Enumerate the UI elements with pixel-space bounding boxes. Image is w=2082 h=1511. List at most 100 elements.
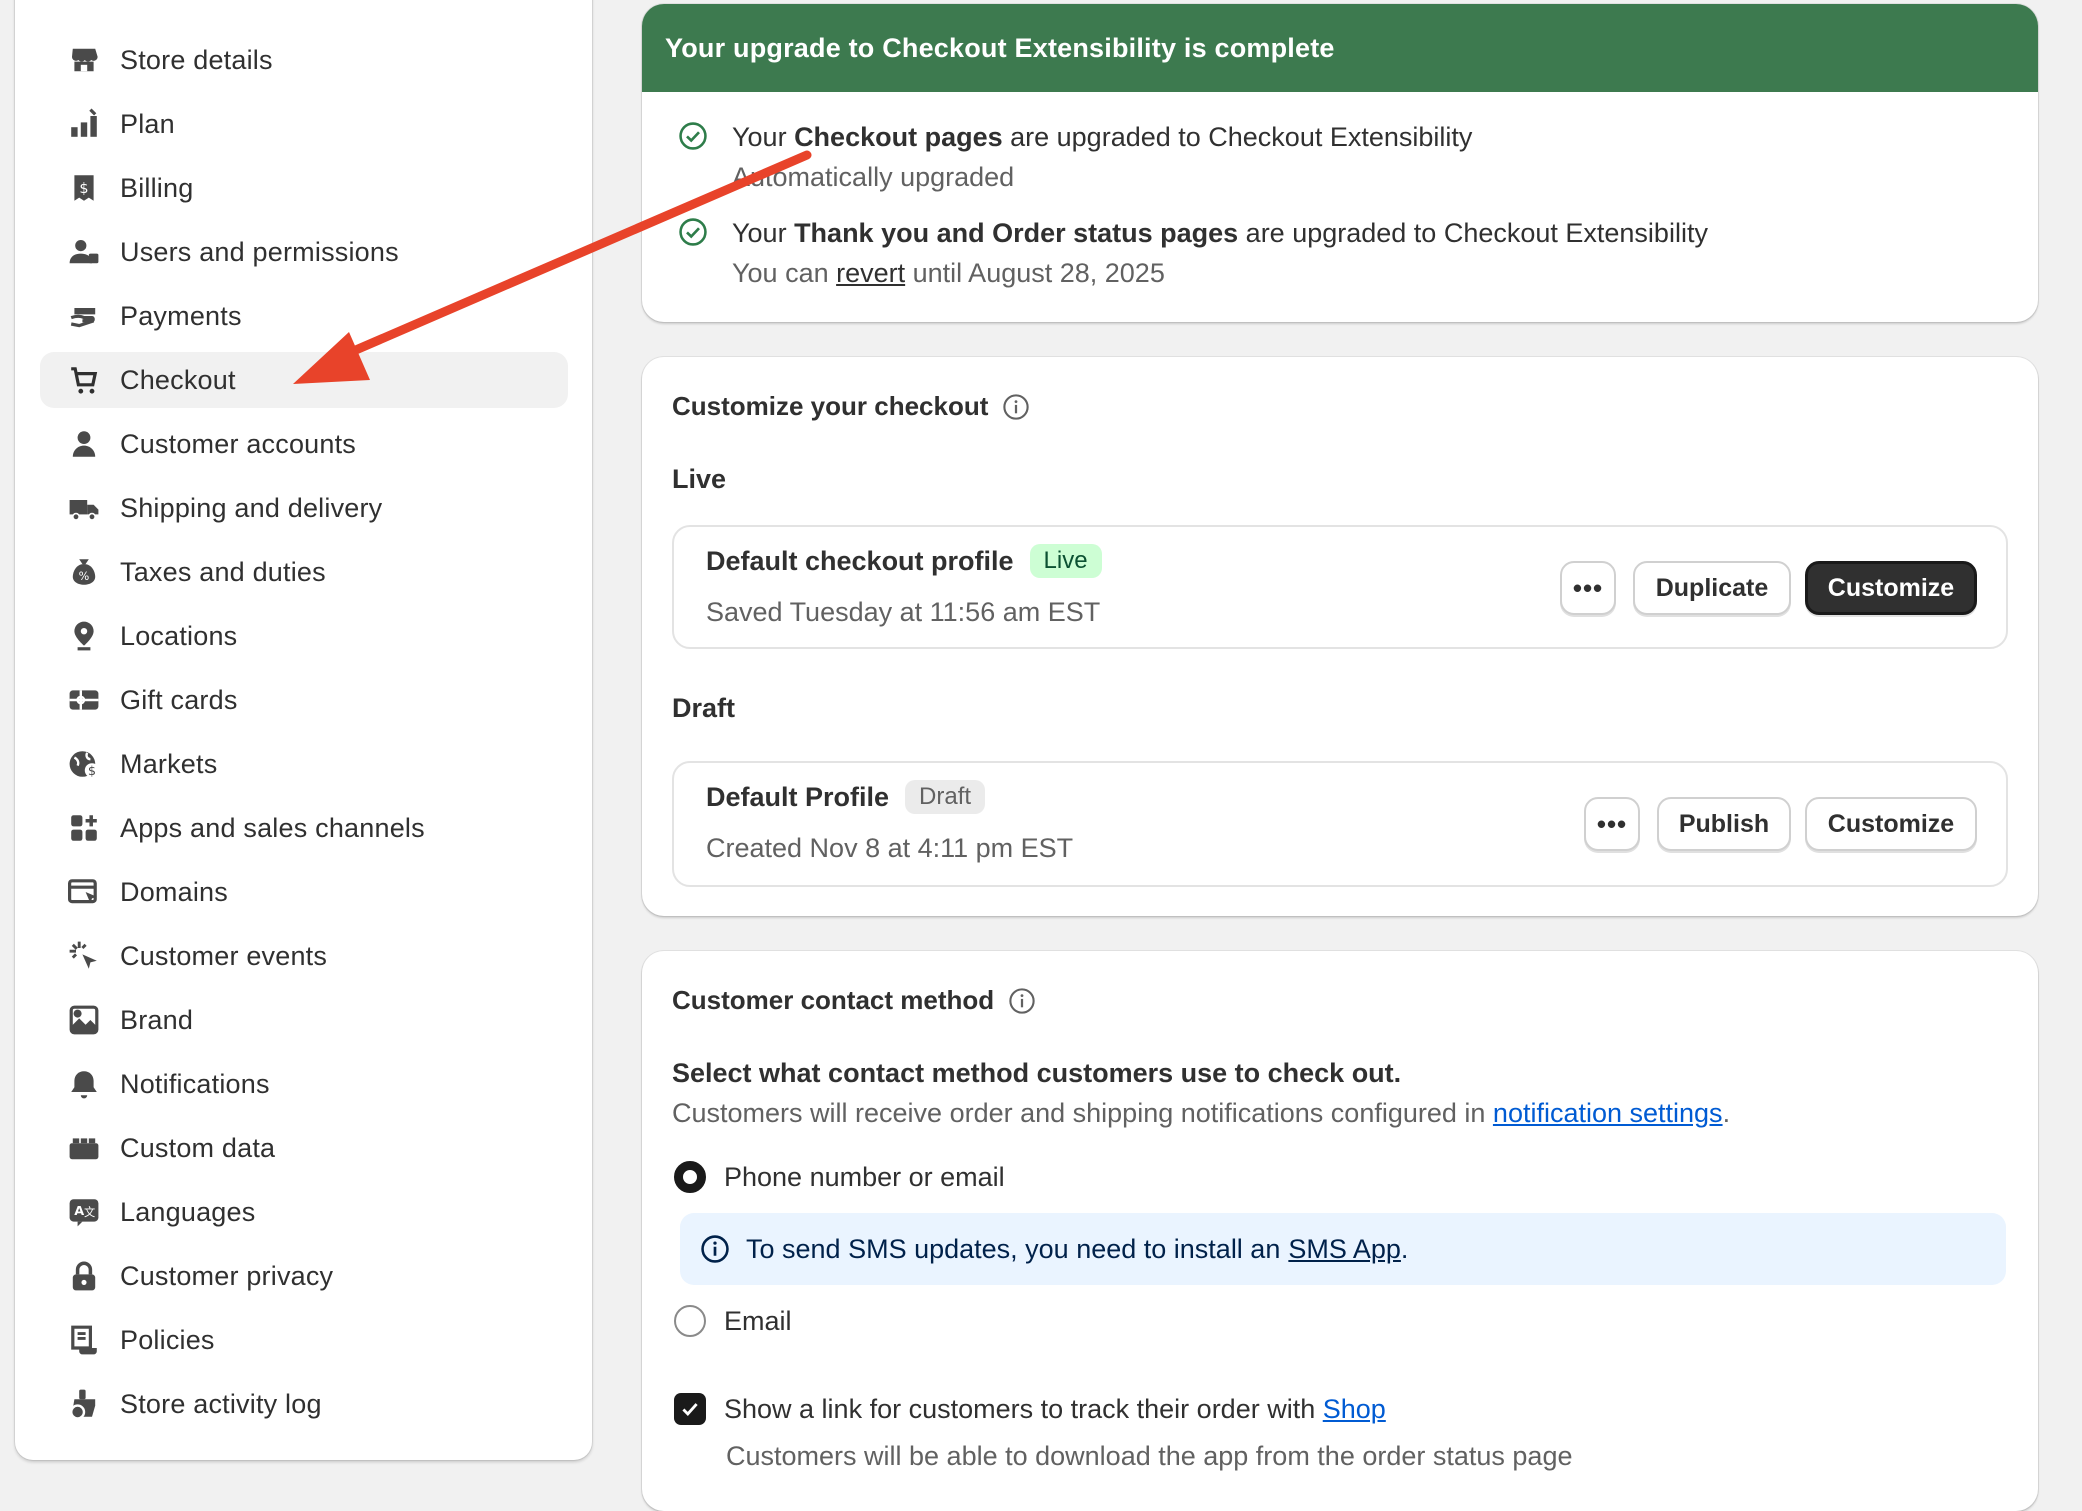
svg-text:$: $ — [88, 764, 96, 779]
notification-settings-link[interactable]: notification settings — [1493, 1098, 1723, 1128]
checkmark-icon — [682, 1403, 698, 1417]
radio-phone-or-email[interactable]: Phone number or email — [674, 1161, 1005, 1193]
sidebar-item-label: Customer privacy — [120, 1260, 334, 1291]
sidebar-item-policies[interactable]: Policies — [40, 1312, 568, 1368]
radio-label: Phone number or email — [724, 1161, 1005, 1192]
sidebar-item-brand[interactable]: Brand — [40, 992, 568, 1048]
live-profile-row: Default checkout profile Live Saved Tues… — [672, 525, 2008, 649]
sms-info-callout: To send SMS updates, you need to install… — [680, 1213, 2006, 1285]
contact-method-description: Customers will receive order and shippin… — [672, 1098, 1731, 1128]
shop-tracking-note: Customers will be able to download the a… — [726, 1441, 1573, 1471]
check-circle-icon — [679, 218, 707, 246]
upgrade-item-subtext: You can revert until August 28, 2025 — [732, 258, 1165, 288]
settings-sidebar: Store details Plan $ Billing Users and p… — [15, 0, 592, 1460]
upgrade-complete-banner: Your upgrade to Checkout Extensibility i… — [642, 4, 2038, 322]
sidebar-item-customer-privacy[interactable]: Customer privacy — [40, 1248, 568, 1304]
radio-email[interactable]: Email — [674, 1305, 792, 1337]
language-icon: A文 — [67, 1195, 101, 1229]
store-icon — [67, 43, 101, 77]
sidebar-item-label: Apps and sales channels — [120, 812, 425, 843]
contact-method-heading: Select what contact method customers use… — [672, 1058, 1402, 1088]
revert-link[interactable]: revert — [836, 258, 905, 288]
sms-app-link[interactable]: SMS App — [1288, 1234, 1401, 1265]
sidebar-item-label: Customer events — [120, 940, 328, 971]
sidebar-item-label: Gift cards — [120, 684, 238, 715]
sidebar-item-label: Policies — [120, 1324, 215, 1355]
sidebar-item-label: Custom data — [120, 1132, 276, 1163]
svg-text:$: $ — [79, 181, 88, 197]
truck-icon — [67, 491, 101, 525]
sidebar-item-label: Taxes and duties — [120, 556, 326, 587]
sidebar-item-languages[interactable]: A文 Languages — [40, 1184, 568, 1240]
more-actions-button[interactable]: ••• — [1560, 561, 1616, 615]
sidebar-item-domains[interactable]: Domains — [40, 864, 568, 920]
live-section-label: Live — [672, 464, 727, 494]
sidebar-item-shipping-and-delivery[interactable]: Shipping and delivery — [40, 480, 568, 536]
sidebar-item-billing[interactable]: $ Billing — [40, 160, 568, 216]
sidebar-item-label: Billing — [120, 172, 194, 203]
draft-section-label: Draft — [672, 693, 736, 723]
radio-button[interactable] — [674, 1305, 706, 1337]
profile-name: Default Profile — [706, 781, 890, 812]
shop-tracking-checkbox-row[interactable]: Show a link for customers to track their… — [674, 1393, 1386, 1425]
profile-saved-time: Saved Tuesday at 11:56 am EST — [706, 597, 1101, 627]
sidebar-item-custom-data[interactable]: Custom data — [40, 1120, 568, 1176]
plan-icon — [67, 107, 101, 141]
lock-icon — [67, 1259, 101, 1293]
sidebar-item-label: Payments — [120, 300, 242, 331]
sidebar-item-label: Store activity log — [120, 1388, 322, 1419]
customize-draft-button[interactable]: Customize — [1805, 797, 1977, 851]
brand-icon — [67, 1003, 101, 1037]
sidebar-item-label: Users and permissions — [120, 236, 399, 267]
sidebar-item-taxes-and-duties[interactable]: % Taxes and duties — [40, 544, 568, 600]
payments-icon — [67, 299, 101, 333]
customize-live-button[interactable]: Customize — [1805, 561, 1977, 615]
sidebar-item-notifications[interactable]: Notifications — [40, 1056, 568, 1112]
svg-text:文: 文 — [84, 1205, 95, 1219]
publish-button[interactable]: Publish — [1657, 797, 1791, 851]
bell-icon — [67, 1067, 101, 1101]
billing-icon: $ — [67, 171, 101, 205]
customer-contact-method-card: Customer contact method Select what cont… — [642, 951, 2038, 1511]
sidebar-item-label: Plan — [120, 108, 175, 139]
apps-icon — [67, 811, 101, 845]
upgrade-item-checkout-pages: Your Checkout pages are upgraded to Chec… — [678, 117, 1472, 197]
custom-data-icon — [67, 1131, 101, 1165]
sidebar-item-apps-and-sales-channels[interactable]: Apps and sales channels — [40, 800, 568, 856]
shop-link[interactable]: Shop — [1323, 1394, 1386, 1424]
sidebar-item-plan[interactable]: Plan — [40, 96, 568, 152]
upgrade-item-thank-you-pages: Your Thank you and Order status pages ar… — [678, 213, 1708, 293]
sidebar-item-customer-accounts[interactable]: Customer accounts — [40, 416, 568, 472]
sidebar-item-locations[interactable]: Locations — [40, 608, 568, 664]
status-badge: Live — [1029, 544, 1102, 578]
sidebar-item-label: Store details — [120, 44, 273, 75]
domains-icon — [67, 875, 101, 909]
cart-icon — [67, 363, 101, 397]
sidebar-item-label: Brand — [120, 1004, 194, 1035]
sidebar-item-users-and-permissions[interactable]: Users and permissions — [40, 224, 568, 280]
info-icon[interactable] — [1002, 393, 1030, 421]
sidebar-item-store-activity-log[interactable]: Store activity log — [40, 1376, 568, 1432]
draft-profile-row: Default Profile Draft Created Nov 8 at 4… — [672, 761, 2008, 887]
more-actions-button[interactable]: ••• — [1584, 797, 1640, 851]
profile-name: Default checkout profile — [706, 545, 1014, 576]
cursor-click-icon — [67, 939, 101, 973]
duplicate-button[interactable]: Duplicate — [1633, 561, 1791, 615]
upgrade-item-subtext: Automatically upgraded — [732, 162, 1015, 192]
sidebar-item-gift-cards[interactable]: Gift cards — [40, 672, 568, 728]
svg-text:A: A — [74, 1204, 84, 1219]
sidebar-item-store-details[interactable]: Store details — [40, 32, 568, 88]
sidebar-item-label: Customer accounts — [120, 428, 356, 459]
sidebar-item-markets[interactable]: $ Markets — [40, 736, 568, 792]
customize-checkout-card: Customize your checkout Live Default che… — [642, 357, 2038, 916]
radio-button[interactable] — [674, 1161, 706, 1193]
sidebar-item-checkout[interactable]: Checkout — [40, 352, 568, 408]
sidebar-item-label: Notifications — [120, 1068, 270, 1099]
gift-card-icon — [67, 683, 101, 717]
checkbox[interactable] — [674, 1393, 706, 1425]
policies-icon — [67, 1323, 101, 1357]
sidebar-item-payments[interactable]: Payments — [40, 288, 568, 344]
sidebar-item-customer-events[interactable]: Customer events — [40, 928, 568, 984]
info-icon[interactable] — [1008, 987, 1036, 1015]
activity-icon — [67, 1387, 101, 1421]
